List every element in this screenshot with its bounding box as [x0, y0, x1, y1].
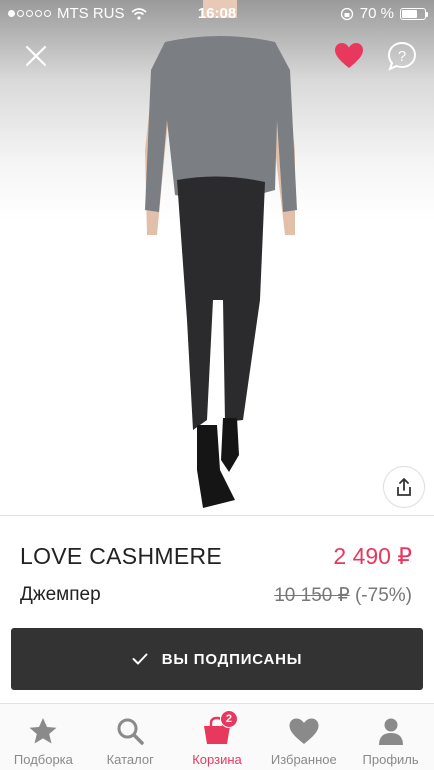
favorite-button[interactable]	[333, 40, 365, 72]
cart-badge: 2	[219, 710, 238, 728]
subscribe-button[interactable]: ВЫ ПОДПИСАНЫ	[11, 628, 423, 690]
tab-label: Подборка	[13, 752, 73, 767]
rotation-lock-icon	[340, 7, 353, 20]
discount-label: (-75%)	[354, 585, 412, 606]
search-icon	[113, 714, 147, 748]
tab-favorites[interactable]: Избранное	[260, 704, 347, 770]
share-icon	[397, 478, 411, 496]
tab-catalog[interactable]: Каталог	[87, 704, 174, 770]
help-button[interactable]: ?	[386, 40, 418, 72]
status-bar: MTS RUS 16:08 70 %	[0, 0, 434, 28]
question-bubble-icon: ?	[387, 41, 417, 71]
bag-icon: 2	[200, 710, 238, 748]
tab-cart[interactable]: 2 Корзина	[174, 704, 261, 770]
heart-icon	[335, 43, 363, 68]
heart-icon	[287, 714, 321, 748]
tab-label: Избранное	[270, 752, 337, 767]
subscribe-label: ВЫ ПОДПИСАНЫ	[161, 650, 303, 668]
tab-podborka[interactable]: Подборка	[0, 704, 87, 770]
close-icon	[25, 45, 47, 67]
check-icon	[132, 653, 148, 665]
brand-name: LOVE CASHMERE	[20, 543, 223, 569]
tab-label: Каталог	[106, 752, 154, 767]
old-price-group: 10 150 ₽ (-75%)	[274, 584, 412, 607]
tab-label: Профиль	[362, 752, 419, 767]
battery-percent: 70 %	[359, 5, 394, 22]
tab-bar: Подборка Каталог 2 Корзина Избранное Про…	[0, 703, 434, 770]
product-photo[interactable]	[125, 0, 315, 515]
product-image-area: ?	[0, 0, 434, 515]
tab-label: Корзина	[192, 752, 242, 767]
divider	[0, 515, 434, 516]
close-button[interactable]	[22, 42, 50, 70]
old-price: 10 150 ₽	[274, 585, 350, 606]
user-icon	[374, 714, 408, 748]
svg-text:?: ?	[398, 48, 406, 65]
product-name: Джемпер	[20, 584, 101, 605]
current-price: 2 490 ₽	[333, 543, 412, 569]
battery-icon	[400, 7, 428, 20]
share-button[interactable]	[383, 466, 425, 508]
tab-profile[interactable]: Профиль	[347, 704, 434, 770]
star-icon	[26, 714, 60, 748]
